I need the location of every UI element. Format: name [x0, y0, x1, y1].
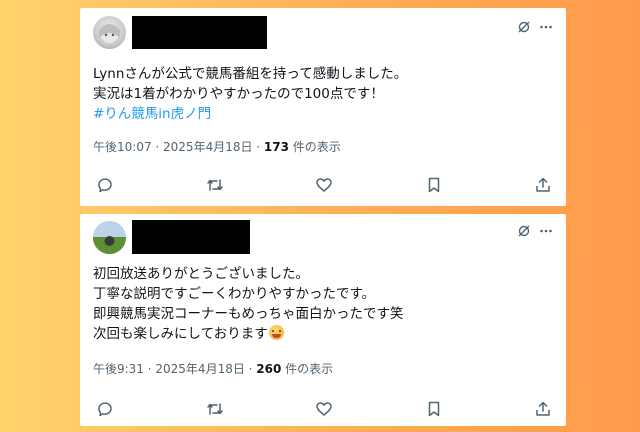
post-text: 初回放送ありがとうございました。 丁寧な説明ですごーくわかりやすかったです。 即…: [93, 264, 553, 344]
view-label: 件の表示: [281, 362, 334, 376]
post-text-line: 初回放送ありがとうございました。: [93, 266, 309, 282]
like-icon[interactable]: [315, 400, 333, 418]
reply-icon[interactable]: [96, 400, 114, 418]
like-icon[interactable]: [315, 176, 333, 194]
post-text-line: Lynnさんが公式で競馬番組を持って感動しました。: [93, 66, 408, 82]
post-text-line: 丁寧な説明ですごーくわかりやすかったです。: [93, 286, 376, 302]
post-text-line: 実況は1着がわかりやすかったので100点です！: [93, 86, 384, 102]
repost-icon[interactable]: [206, 176, 224, 194]
grok-icon[interactable]: [517, 223, 531, 237]
avatar-image: [93, 221, 126, 254]
post-meta: 午後10:07 · 2025年4月18日 · 173 件の表示: [93, 138, 341, 155]
smiling-face-emoji: [268, 325, 284, 340]
avatar-image: [99, 24, 120, 43]
action-bar: [93, 176, 553, 196]
view-label: 件の表示: [288, 140, 341, 154]
reply-icon[interactable]: [96, 176, 114, 194]
redacted-username: [132, 220, 250, 254]
more-icon[interactable]: [539, 223, 553, 237]
action-bar: [93, 400, 553, 420]
more-icon[interactable]: [539, 19, 553, 33]
post-card-1: Lynnさんが公式で競馬番組を持って感動しました。 実況は1着がわかりやすかった…: [80, 8, 566, 206]
avatar[interactable]: [93, 221, 126, 254]
bookmark-icon[interactable]: [425, 400, 443, 418]
post-text-line-last: 次回も楽しみにしております: [93, 324, 553, 344]
view-count: 260: [256, 362, 282, 376]
repost-icon[interactable]: [206, 400, 224, 418]
share-icon[interactable]: [534, 176, 552, 194]
bookmark-icon[interactable]: [425, 176, 443, 194]
avatar[interactable]: [93, 16, 126, 49]
redacted-username: [132, 16, 267, 49]
view-count: 173: [263, 140, 289, 154]
hashtag-link[interactable]: #りん競馬in虎ノ門: [93, 104, 553, 124]
post-timestamp[interactable]: 午後9:31 · 2025年4月18日 ·: [93, 362, 256, 376]
share-icon[interactable]: [534, 400, 552, 418]
post-meta: 午後9:31 · 2025年4月18日 · 260 件の表示: [93, 360, 333, 377]
grok-icon[interactable]: [517, 19, 531, 33]
post-card-2: 初回放送ありがとうございました。 丁寧な説明ですごーくわかりやすかったです。 即…: [80, 214, 566, 426]
post-timestamp[interactable]: 午後10:07 · 2025年4月18日 ·: [93, 140, 264, 154]
post-text: Lynnさんが公式で競馬番組を持って感動しました。 実況は1着がわかりやすかった…: [93, 64, 553, 124]
post-text-line: 即興競馬実況コーナーもめっちゃ面白かったです笑: [93, 306, 404, 322]
post-text-line: 次回も楽しみにしております: [93, 326, 268, 342]
